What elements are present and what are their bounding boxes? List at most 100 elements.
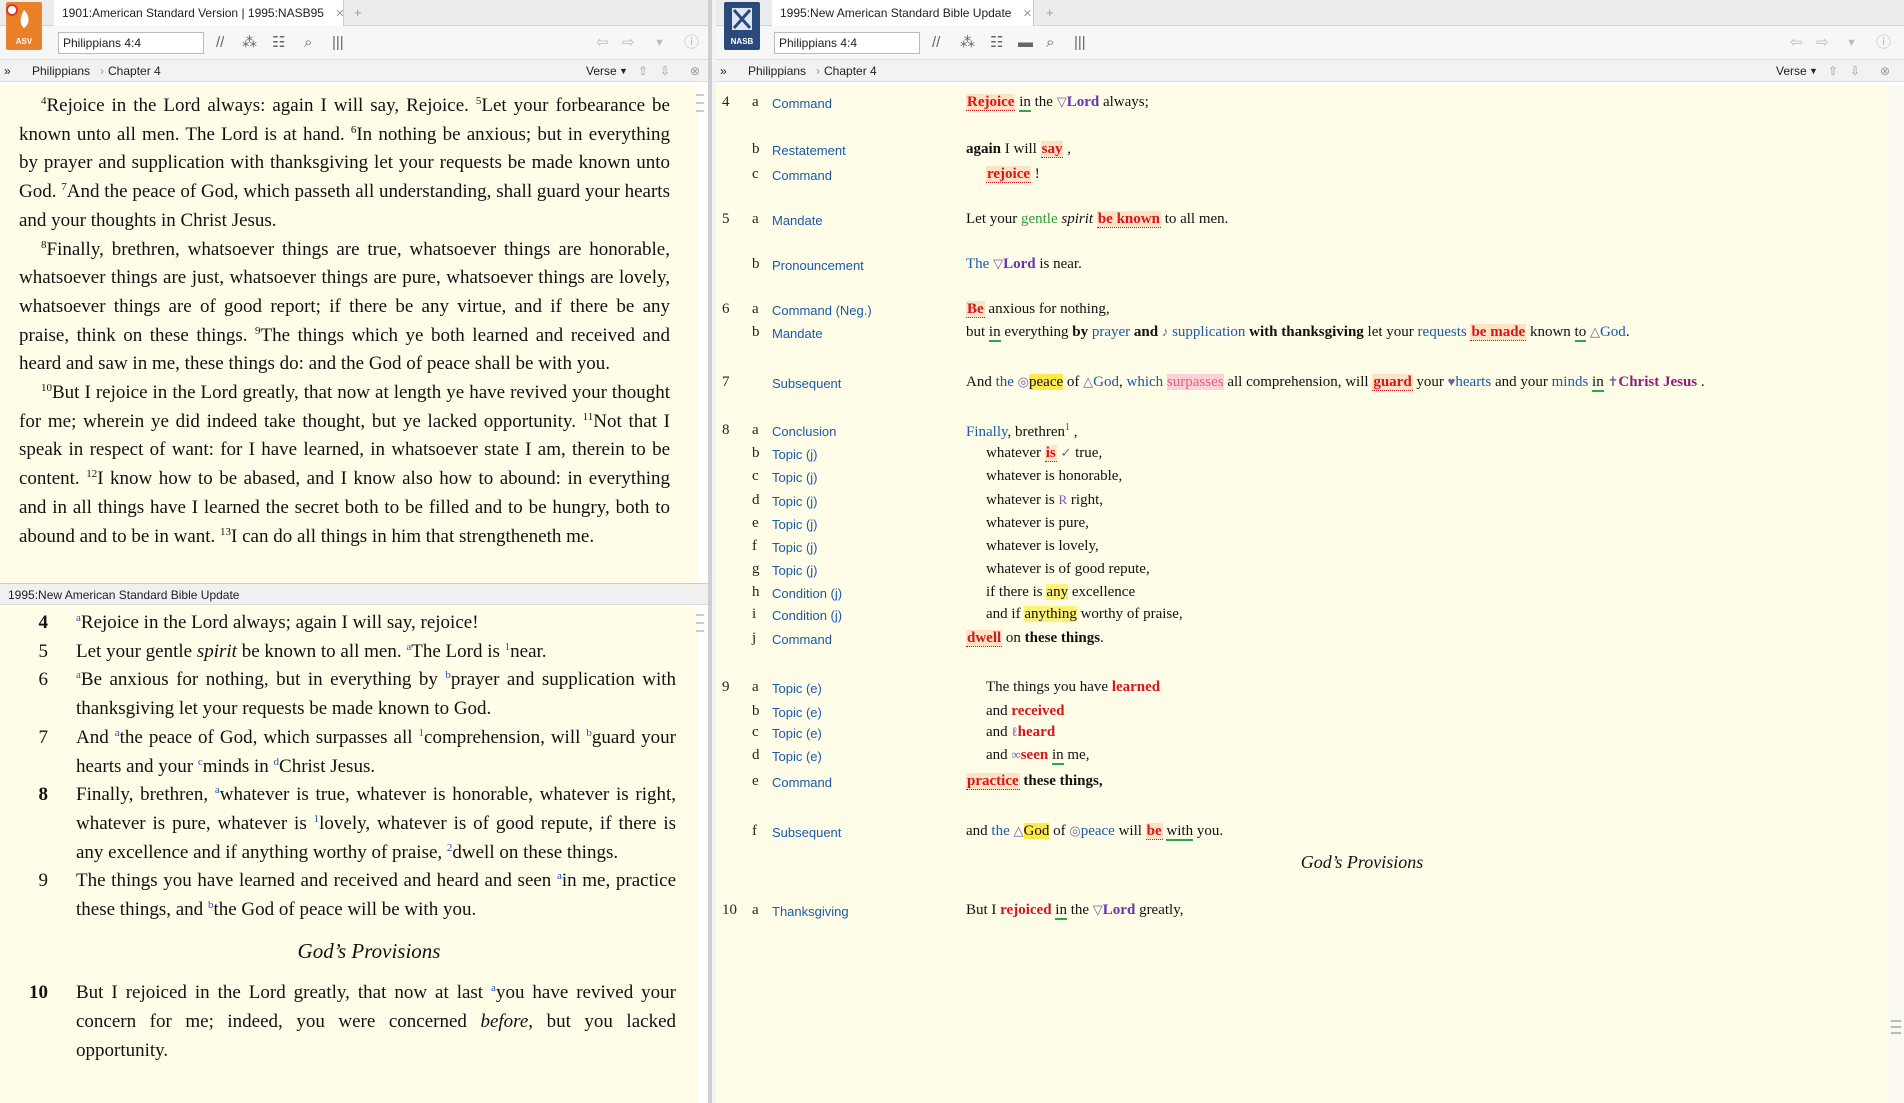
outline-word[interactable]: again	[966, 141, 1001, 157]
info-icon[interactable]: ⓘ	[684, 34, 699, 52]
outline-word[interactable]: which	[1127, 374, 1164, 390]
outline-word[interactable]: minds	[1552, 374, 1589, 390]
close-icon[interactable]: ✕	[335, 8, 344, 20]
text-display-icon[interactable]: ☷	[990, 34, 1003, 52]
expand-chevrons-icon[interactable]: »	[720, 64, 727, 78]
outline-label-link[interactable]: Condition (j)	[772, 586, 842, 601]
outline-word[interactable]: in	[988, 324, 1001, 342]
outline-label-link[interactable]: Command	[772, 632, 832, 647]
forward-arrow-icon[interactable]: ⇨	[1816, 34, 1829, 52]
text-display-icon[interactable]: ☷	[272, 34, 285, 52]
verse-number[interactable]: 10	[41, 382, 52, 394]
visual-filters-icon[interactable]: ⁂	[960, 34, 975, 52]
verse-number[interactable]: 9	[0, 867, 49, 896]
outline-word[interactable]: to	[1574, 324, 1587, 342]
verse-number[interactable]: 7	[0, 724, 49, 753]
expand-chevrons-icon[interactable]: »	[4, 64, 11, 78]
outline-verse-number[interactable]: 6	[722, 301, 738, 318]
outline-label-link[interactable]: Topic (e)	[772, 681, 822, 696]
outline-label-link[interactable]: Mandate	[772, 213, 823, 228]
outline-word[interactable]: The	[966, 256, 989, 272]
outline-word[interactable]: prayer	[1092, 324, 1130, 340]
outline-word[interactable]: Rejoice	[966, 94, 1016, 111]
back-arrow-icon[interactable]: ⇦	[1790, 34, 1803, 52]
outline-word[interactable]: the	[996, 374, 1014, 390]
verse-number[interactable]: 4	[0, 609, 49, 638]
verse-number[interactable]: 12	[86, 468, 97, 480]
outline-word[interactable]: Christ Jesus	[1618, 374, 1697, 390]
outline-word[interactable]: be	[1145, 823, 1163, 840]
outline-word[interactable]: is	[1044, 445, 1057, 462]
outline-label-link[interactable]: Topic (j)	[772, 447, 818, 462]
parallel-icon[interactable]: //	[932, 34, 940, 52]
outline-label-link[interactable]: Command	[772, 96, 832, 111]
outline-word[interactable]: Lord	[1067, 94, 1100, 110]
add-tab-icon[interactable]: +	[1046, 5, 1054, 20]
outline-word[interactable]: Finally	[966, 424, 1008, 440]
outline-word[interactable]: guard	[1372, 374, 1413, 391]
outline-label-link[interactable]: Command (Neg.)	[772, 303, 872, 318]
outline-word[interactable]: peace	[1081, 823, 1115, 839]
scroll-down-icon[interactable]: ⇩	[1850, 64, 1860, 78]
outline-verse-number[interactable]: 10	[722, 902, 738, 919]
verse-number[interactable]: 6	[0, 666, 49, 695]
outline-word[interactable]: supplication	[1172, 324, 1245, 340]
outline-word[interactable]: say	[1040, 141, 1064, 158]
outline-word[interactable]: be known	[1096, 211, 1161, 228]
outline-word[interactable]: peace	[1029, 374, 1064, 390]
outline-word[interactable]: and	[1130, 324, 1162, 340]
outline-label-link[interactable]: Command	[772, 775, 832, 790]
outline-word[interactable]: with	[1166, 823, 1194, 841]
breadcrumb-book[interactable]: Philippians	[748, 64, 806, 78]
search-icon[interactable]: ⌕	[1046, 34, 1054, 52]
outline-verse-number[interactable]: 4	[722, 94, 738, 111]
tab-nasb[interactable]: 1995:New American Standard Bible Update …	[772, 0, 1034, 26]
outline-word[interactable]: Lord	[1003, 256, 1036, 272]
outline-label-link[interactable]: Topic (j)	[772, 563, 818, 578]
tab-asv-nasb[interactable]: 1901:American Standard Version | 1995:NA…	[54, 0, 345, 26]
outline-label-link[interactable]: Conclusion	[772, 424, 836, 439]
outline-label-link[interactable]: Topic (e)	[772, 749, 822, 764]
outline-word[interactable]: Lord	[1103, 902, 1136, 918]
verse-number[interactable]: 13	[220, 526, 231, 538]
close-panel-icon[interactable]: ⊗	[1880, 64, 1890, 78]
history-dropdown-icon[interactable]: ▼	[1846, 34, 1857, 52]
visual-filters-icon[interactable]: ⁂	[242, 34, 257, 52]
info-icon[interactable]: ⓘ	[1876, 34, 1891, 52]
verse-mode-dropdown[interactable]: Verse	[586, 64, 617, 78]
search-icon[interactable]: ⌕	[304, 34, 312, 52]
close-icon[interactable]: ✕	[1023, 8, 1032, 20]
asv-app-icon[interactable]: ASV	[6, 2, 42, 50]
outline-word[interactable]: be made	[1470, 324, 1527, 341]
outline-word[interactable]: these things	[1025, 630, 1100, 646]
asv-scrollbar[interactable]	[694, 88, 706, 583]
nasb-app-icon[interactable]: NASB	[724, 2, 760, 50]
word-symbol-icon[interactable]: ◎	[1069, 823, 1080, 838]
close-panel-icon[interactable]: ⊗	[690, 64, 700, 78]
word-symbol-icon[interactable]: ▽	[993, 256, 1003, 271]
word-symbol-icon[interactable]: △	[1083, 374, 1093, 389]
outline-verse-number[interactable]: 9	[722, 679, 738, 696]
outline-label-link[interactable]: Topic (j)	[772, 470, 818, 485]
breadcrumb-chapter[interactable]: Chapter 4	[824, 64, 877, 78]
outline-verse-number[interactable]: 5	[722, 211, 738, 228]
verse-number[interactable]: 5	[0, 638, 49, 667]
outline-label-link[interactable]: Command	[772, 168, 832, 183]
outline-word[interactable]: received	[1011, 703, 1064, 719]
history-dropdown-icon[interactable]: ▼	[654, 34, 665, 52]
layout-icon[interactable]: ▬	[1018, 34, 1033, 52]
outline-label-link[interactable]: Subsequent	[772, 825, 841, 840]
reference-input[interactable]	[58, 32, 204, 54]
outline-word[interactable]: Be	[966, 301, 985, 318]
word-symbol-icon[interactable]: ✓	[1060, 445, 1071, 460]
word-symbol-icon[interactable]: R	[1058, 492, 1067, 507]
verse-number[interactable]: 11	[583, 411, 594, 423]
outline-word[interactable]: practice	[966, 773, 1020, 790]
verse-number[interactable]: 8	[0, 781, 49, 810]
outline-word[interactable]: God	[1600, 324, 1626, 340]
outline-label-link[interactable]: Restatement	[772, 143, 846, 158]
outline-label-link[interactable]: Pronouncement	[772, 258, 864, 273]
columns-icon[interactable]: |||	[332, 34, 344, 52]
breadcrumb-book[interactable]: Philippians	[32, 64, 90, 78]
outline-word[interactable]: the	[991, 823, 1009, 839]
